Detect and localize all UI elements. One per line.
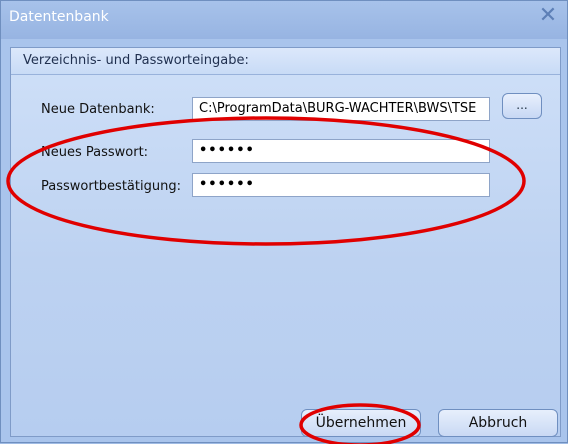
annotation-overlay [6, 116, 526, 444]
annotation-ellipse-apply [299, 403, 421, 444]
dialog-window: Datentenbank ✕ Verzeichnis- und Passwort… [0, 0, 568, 444]
annotation-ellipse-fields [6, 116, 526, 246]
